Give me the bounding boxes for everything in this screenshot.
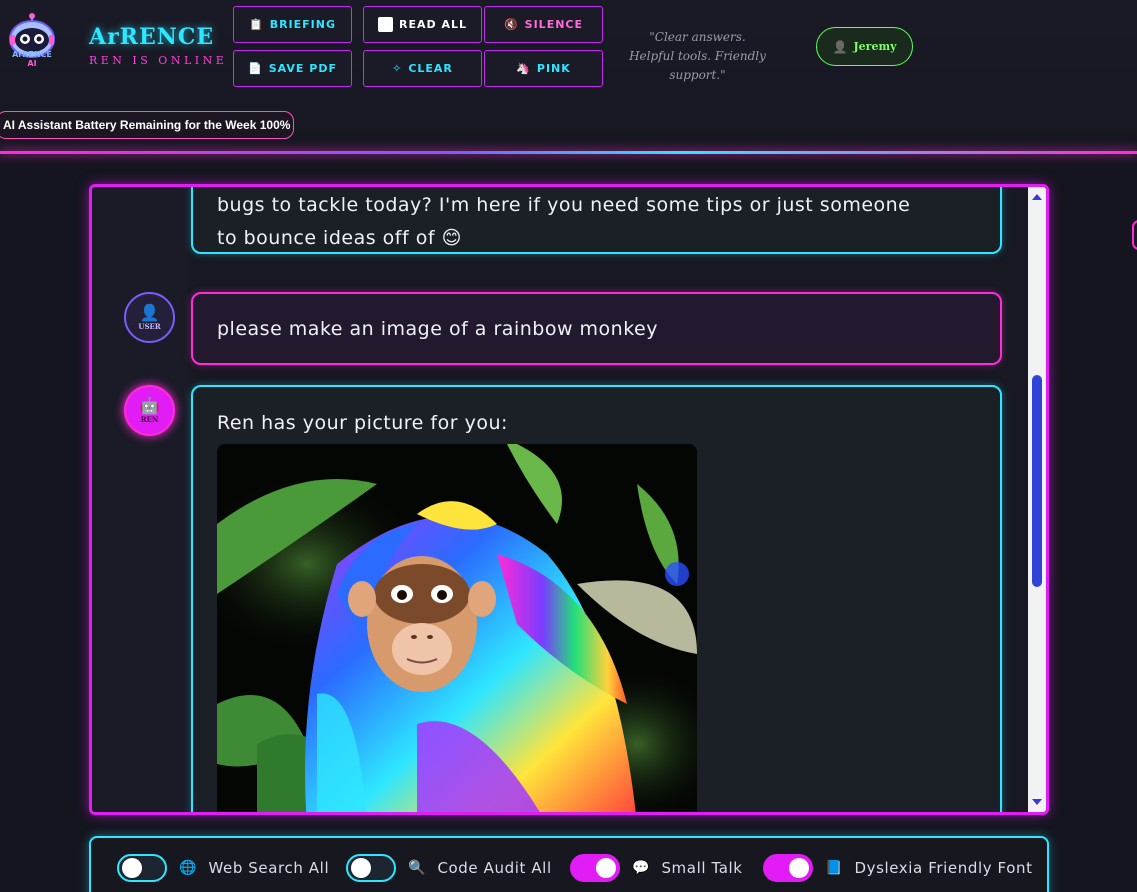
rainbow-monkey-image[interactable] xyxy=(217,444,697,812)
briefing-label: BRIEFING xyxy=(269,18,336,31)
user-profile-button[interactable]: 👤 Jeremy xyxy=(816,27,913,66)
feature-toggles-bar: 🌐 Web Search All 🔍 Code Audit All 💬 Smal… xyxy=(89,836,1049,892)
dyslexia-font-label: Dyslexia Friendly Font xyxy=(854,859,1033,877)
person-icon: 👤 xyxy=(139,303,160,322)
toggle-small-talk[interactable]: 💬 Small Talk xyxy=(570,854,743,882)
user-avatar-label: USER xyxy=(138,322,161,331)
ai-message-1-line-1: bugs to tackle today? I'm here if you ne… xyxy=(217,194,911,216)
clear-label: CLEAR xyxy=(408,62,453,75)
silence-button[interactable]: 🔇 SILENCE xyxy=(484,6,603,43)
ren-avatar: 🤖 REN xyxy=(124,385,175,436)
toggle-web-search[interactable]: 🌐 Web Search All xyxy=(117,854,329,882)
small-talk-label: Small Talk xyxy=(661,859,743,877)
globe-icon: 🌐 xyxy=(179,860,197,876)
brand-title: ArRENCE xyxy=(89,24,215,50)
switch-knob xyxy=(122,858,142,878)
tagline-line-2: Helpful tools. Friendly support." xyxy=(629,49,766,82)
user-message: please make an image of a rainbow monkey xyxy=(191,292,1002,365)
code-audit-label: Code Audit All xyxy=(437,859,552,877)
logo-text: ArRENCE xyxy=(12,50,52,59)
scroll-up-arrow-icon[interactable] xyxy=(1032,194,1042,200)
web-search-switch[interactable] xyxy=(117,854,167,882)
mute-icon: 🔇 xyxy=(503,18,519,31)
toggle-code-audit[interactable]: 🔍 Code Audit All xyxy=(346,854,552,882)
ai-message-2: Ren has your picture for you: xyxy=(191,385,1002,812)
chat-scrollbar[interactable] xyxy=(1028,187,1046,812)
dyslexia-font-switch[interactable] xyxy=(763,854,813,882)
checkbox-icon xyxy=(378,17,393,32)
chat-window[interactable]: bugs to tackle today? I'm here if you ne… xyxy=(89,184,1049,815)
ai-message-1-line-2: to bounce ideas off of 😊 xyxy=(217,227,462,249)
magnifier-icon: 🔍 xyxy=(408,860,426,876)
user-name: Jeremy xyxy=(853,40,897,53)
ai-message-1: bugs to tackle today? I'm here if you ne… xyxy=(191,187,1002,254)
switch-knob xyxy=(596,858,616,878)
sparkle-icon: ✧ xyxy=(392,62,403,75)
save-pdf-label: SAVE PDF xyxy=(268,62,337,75)
scroll-thumb[interactable] xyxy=(1032,375,1042,587)
brand-status: REN IS ONLINE xyxy=(89,54,228,67)
battery-status: AI Assistant Battery Remaining for the W… xyxy=(0,111,294,139)
code-audit-switch[interactable] xyxy=(346,854,396,882)
ai-message-2-text: Ren has your picture for you: xyxy=(217,412,508,434)
ren-logo: ArRENCE AI xyxy=(4,12,60,68)
pink-label: PINK xyxy=(536,62,571,75)
tagline-quote: "Clear answers. Helpful tools. Friendly … xyxy=(600,28,795,85)
app-header: ArRENCE AI ArRENCE REN IS ONLINE 📋 BRIEF… xyxy=(0,0,1137,152)
robot-icon: 🤖 xyxy=(139,396,160,415)
unicorn-icon: 🦄 xyxy=(516,62,531,75)
avatar-gutter xyxy=(92,187,188,812)
save-pdf-button[interactable]: 📄 SAVE PDF xyxy=(233,50,352,87)
side-panel-toggle[interactable] xyxy=(1132,220,1137,250)
toggle-dyslexia-font[interactable]: 📘 Dyslexia Friendly Font xyxy=(763,854,1033,882)
switch-knob xyxy=(351,858,371,878)
speech-bubble-icon: 💬 xyxy=(632,860,650,876)
small-talk-switch[interactable] xyxy=(570,854,620,882)
read-all-label: READ ALL xyxy=(399,18,467,31)
header-divider xyxy=(0,151,1137,154)
switch-knob xyxy=(789,858,809,878)
clipboard-icon: 📋 xyxy=(248,18,264,31)
silence-label: SILENCE xyxy=(524,18,584,31)
battery-label: AI Assistant Battery Remaining for the W… xyxy=(3,118,291,132)
book-icon: 📘 xyxy=(825,860,843,876)
scroll-down-arrow-icon[interactable] xyxy=(1032,799,1042,805)
web-search-label: Web Search All xyxy=(208,859,330,877)
briefing-button[interactable]: 📋 BRIEFING xyxy=(233,6,352,43)
pink-theme-button[interactable]: 🦄 PINK xyxy=(484,50,603,87)
user-avatar: 👤 USER xyxy=(124,292,175,343)
ren-avatar-label: REN xyxy=(140,415,159,424)
user-icon: 👤 xyxy=(832,39,848,54)
read-all-button[interactable]: READ ALL xyxy=(363,6,482,43)
user-message-text: please make an image of a rainbow monkey xyxy=(217,318,658,340)
logo-sub: AI xyxy=(27,59,37,68)
tagline-line-1: "Clear answers. xyxy=(649,30,746,44)
clear-button[interactable]: ✧ CLEAR xyxy=(363,50,482,87)
document-icon: 📄 xyxy=(248,62,263,75)
